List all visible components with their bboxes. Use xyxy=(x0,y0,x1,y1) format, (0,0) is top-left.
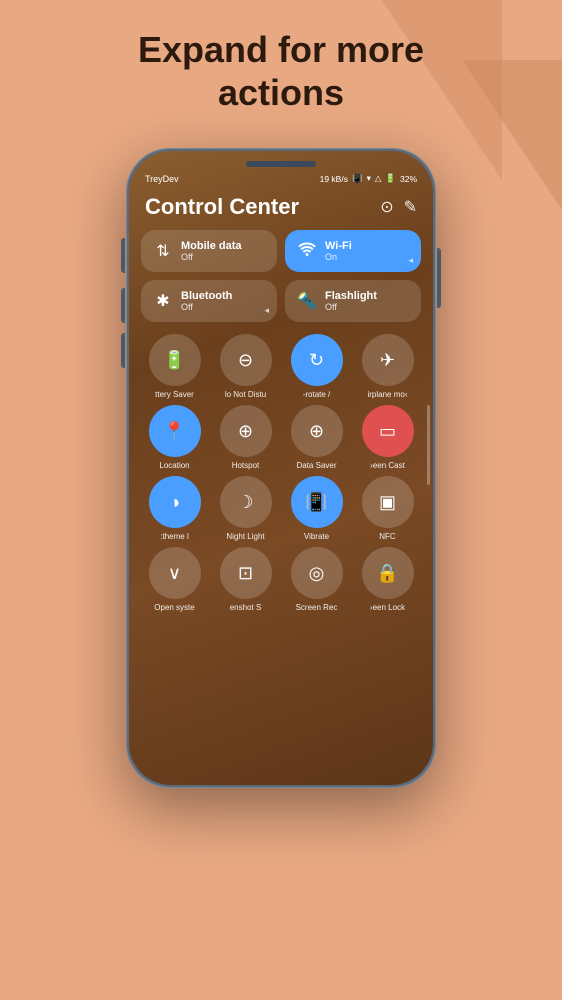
screen-lock-label: ›een Lock xyxy=(370,603,405,612)
dnd-label: lo Not Distu xyxy=(225,390,266,399)
wifi-arrow: ◂ xyxy=(408,255,413,266)
mobile-data-text: Mobile data Off xyxy=(181,240,242,262)
vibrate-label: Vibrate xyxy=(304,532,329,541)
phone-screen: TreyDev 19 kB/s 📳 ▾ △ 🔋 32% Control Cent… xyxy=(129,151,433,785)
rotate-item: ↻ -rotate / xyxy=(283,334,350,399)
network-speed: 19 kB/s xyxy=(320,174,348,184)
screen-lock-btn[interactable]: 🔒 xyxy=(362,547,414,599)
location-item: 📍 Location xyxy=(141,405,208,470)
flashlight-status: Off xyxy=(325,302,377,312)
wifi-tile-icon xyxy=(297,242,317,261)
wifi-icon: ▾ xyxy=(367,173,371,184)
header-icons: ⊙ ✎ xyxy=(380,197,417,217)
battery-label: 32% xyxy=(400,174,417,184)
headline-line2: actions xyxy=(0,71,562,114)
settings-icon[interactable]: ⊙ xyxy=(380,197,393,217)
circles-row-2: 📍 Location ⊕ Hotspot ⊕ Data Saver ▭ ›een… xyxy=(129,401,433,472)
flashlight-text: Flashlight Off xyxy=(325,290,377,312)
night-light-btn[interactable]: ☽ xyxy=(220,476,272,528)
screenshot-btn[interactable]: ⊡ xyxy=(220,547,272,599)
flashlight-icon: 🔦 xyxy=(297,291,317,311)
screen-lock-item: 🔒 ›een Lock xyxy=(354,547,421,612)
mobile-data-status: Off xyxy=(181,252,242,262)
open-syste-item: ∨ Open syste xyxy=(141,547,208,612)
bluetooth-tile[interactable]: ✱ Bluetooth Off ◂ xyxy=(141,280,277,322)
flashlight-tile[interactable]: 🔦 Flashlight Off xyxy=(285,280,421,322)
signal-icon: △ xyxy=(375,173,382,184)
screenshot-item: ⊡ enshot S xyxy=(212,547,279,612)
screen-cast-label: ›een Cast xyxy=(370,461,405,470)
data-saver-btn[interactable]: ⊕ xyxy=(291,405,343,457)
scroll-indicator xyxy=(427,405,430,485)
dnd-item: ⊖ lo Not Distu xyxy=(212,334,279,399)
status-bar: TreyDev 19 kB/s 📳 ▾ △ 🔋 32% xyxy=(129,151,433,190)
theme-btn[interactable]: ◑ xyxy=(149,476,201,528)
hotspot-btn[interactable]: ⊕ xyxy=(220,405,272,457)
battery-saver-btn[interactable]: 🔋 xyxy=(149,334,201,386)
location-btn[interactable]: 📍 xyxy=(149,405,201,457)
headline-line1: Expand for more xyxy=(0,28,562,71)
airplane-btn[interactable]: ✈ xyxy=(362,334,414,386)
status-right: 19 kB/s 📳 ▾ △ 🔋 32% xyxy=(320,173,417,184)
location-label: Location xyxy=(159,461,189,470)
battery-icon: 🔋 xyxy=(385,173,396,184)
airplane-label: irplane mo‹ xyxy=(367,390,407,399)
screenshot-label: enshot S xyxy=(230,603,262,612)
nfc-label: NFC xyxy=(379,532,395,541)
bluetooth-name: Bluetooth xyxy=(181,290,232,302)
bluetooth-arrow: ◂ xyxy=(264,305,269,316)
screen-cast-btn[interactable]: ▭ xyxy=(362,405,414,457)
data-saver-item: ⊕ Data Saver xyxy=(283,405,350,470)
phone-frame: TreyDev 19 kB/s 📳 ▾ △ 🔋 32% Control Cent… xyxy=(126,148,436,788)
rotate-btn[interactable]: ↻ xyxy=(291,334,343,386)
screen-rec-btn[interactable]: ◎ xyxy=(291,547,343,599)
screen-rec-label: Screen Rec xyxy=(296,603,338,612)
circles-row-4: ∨ Open syste ⊡ enshot S ◎ Screen Rec 🔒 ›… xyxy=(129,543,433,614)
phone-mockup: TreyDev 19 kB/s 📳 ▾ △ 🔋 32% Control Cent… xyxy=(126,148,436,788)
night-light-item: ☽ Night Light xyxy=(212,476,279,541)
open-syste-btn[interactable]: ∨ xyxy=(149,547,201,599)
dnd-btn[interactable]: ⊖ xyxy=(220,334,272,386)
vibrate-icon: 📳 xyxy=(352,173,363,184)
circles-row-3: ◑ :theme l ☽ Night Light 📳 Vibrate ▣ NFC xyxy=(129,472,433,543)
wifi-text: Wi-Fi On xyxy=(325,240,352,262)
bluetooth-status: Off xyxy=(181,302,232,312)
theme-item: ◑ :theme l xyxy=(141,476,208,541)
page-headline: Expand for more actions xyxy=(0,28,562,114)
hotspot-item: ⊕ Hotspot xyxy=(212,405,279,470)
wifi-name: Wi-Fi xyxy=(325,240,352,252)
edit-icon[interactable]: ✎ xyxy=(404,197,417,217)
control-center-title: Control Center xyxy=(145,194,299,220)
rotate-label: -rotate / xyxy=(303,390,331,399)
wifi-status: On xyxy=(325,252,352,262)
screen-rec-item: ◎ Screen Rec xyxy=(283,547,350,612)
mobile-data-icon: ⇅ xyxy=(153,241,173,261)
data-saver-label: Data Saver xyxy=(296,461,336,470)
mobile-data-name: Mobile data xyxy=(181,240,242,252)
tiles-row-2: ✱ Bluetooth Off ◂ 🔦 Flashlight Off xyxy=(129,280,433,322)
hotspot-label: Hotspot xyxy=(232,461,260,470)
phone-speaker xyxy=(246,161,316,167)
tiles-row-1: ⇅ Mobile data Off xyxy=(129,230,433,272)
screen-cast-item: ▭ ›een Cast xyxy=(354,405,421,470)
wifi-tile[interactable]: Wi-Fi On ◂ xyxy=(285,230,421,272)
control-center-header: Control Center ⊙ ✎ xyxy=(129,190,433,230)
flashlight-name: Flashlight xyxy=(325,290,377,302)
open-syste-label: Open syste xyxy=(154,603,194,612)
vibrate-item: 📳 Vibrate xyxy=(283,476,350,541)
vibrate-btn[interactable]: 📳 xyxy=(291,476,343,528)
nfc-item: ▣ NFC xyxy=(354,476,421,541)
bluetooth-text: Bluetooth Off xyxy=(181,290,232,312)
theme-label: :theme l xyxy=(160,532,188,541)
battery-saver-item: 🔋 ttery Saver xyxy=(141,334,208,399)
night-light-label: Night Light xyxy=(226,532,264,541)
carrier-label: TreyDev xyxy=(145,174,179,184)
battery-saver-label: ttery Saver xyxy=(155,390,194,399)
nfc-btn[interactable]: ▣ xyxy=(362,476,414,528)
circles-row-1: 🔋 ttery Saver ⊖ lo Not Distu ↻ -rotate /… xyxy=(129,330,433,401)
mobile-data-tile[interactable]: ⇅ Mobile data Off xyxy=(141,230,277,272)
airplane-item: ✈ irplane mo‹ xyxy=(354,334,421,399)
bluetooth-icon: ✱ xyxy=(153,291,173,311)
